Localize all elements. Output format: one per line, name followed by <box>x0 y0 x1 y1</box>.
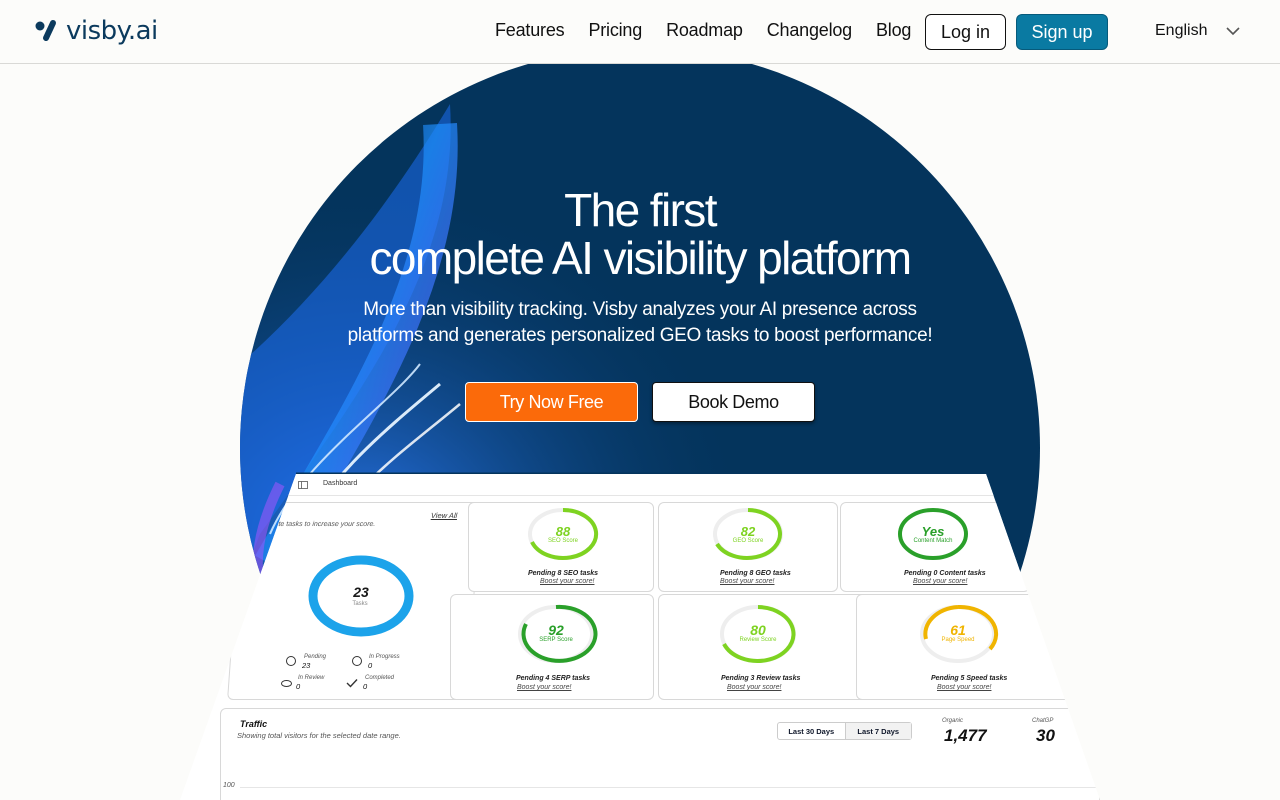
nav-link-features[interactable]: Features <box>495 20 565 41</box>
logo-icon <box>35 20 56 41</box>
geo-boost-link[interactable]: Boost your score! <box>720 578 774 585</box>
login-button[interactable]: Log in <box>925 14 1006 50</box>
content-match-value: Yes <box>921 524 945 539</box>
nav-link-pricing[interactable]: Pricing <box>588 20 642 41</box>
traffic-title: Traffic <box>240 719 268 729</box>
review-boost-link[interactable]: Boost your score! <box>727 684 781 691</box>
hero-title-line2: complete AI visibility platform <box>369 232 913 284</box>
range-toggle: Last 30 Days Last 7 Days <box>777 722 912 740</box>
speed-boost-link[interactable]: Boost your score! <box>937 684 991 691</box>
seo-score-label: SEO Score <box>547 538 578 544</box>
nav-links: Features Pricing Roadmap Changelog Blog <box>495 20 911 41</box>
seo-task-text: Pending 8 SEO tasks <box>528 570 599 577</box>
serp-score-label: SERP Score <box>539 637 573 643</box>
serp-boost-link[interactable]: Boost your score! <box>517 684 571 691</box>
page-speed-label: Page Speed <box>941 637 975 643</box>
geo-task-text: Pending 8 GEO tasks <box>720 570 791 577</box>
language-selector[interactable]: English <box>1155 22 1241 40</box>
review-score-value: 80 <box>750 622 766 638</box>
content-match-label: Content Match <box>913 538 953 544</box>
hero-subtitle-line1: More than visibility tracking. Visby ana… <box>363 299 917 320</box>
tasks-title: Tasks <box>254 511 278 520</box>
serp-task-text: Pending 4 SERP tasks <box>516 675 591 682</box>
organic-value: 1,477 <box>944 726 987 745</box>
book-demo-button[interactable]: Book Demo <box>652 382 815 422</box>
hero-subtitle: More than visibility tracking. Visby ana… <box>300 297 980 349</box>
top-navbar: visby.ai Features Pricing Roadmap Change… <box>0 0 1280 64</box>
hero-title: The first complete AI visibility platfor… <box>240 186 1040 282</box>
dashboard-preview: Dashboard Tasks View All Complete tasks … <box>180 474 1100 800</box>
nav-link-changelog[interactable]: Changelog <box>767 20 852 41</box>
language-label: English <box>1155 22 1208 39</box>
traffic-axis-top: 100 <box>223 782 235 789</box>
chatgpt-label: ChatGP <box>1032 718 1054 724</box>
seo-score-value: 88 <box>555 524 571 539</box>
chevron-down-icon <box>1226 27 1241 36</box>
hero-title-line1: The first <box>564 184 717 236</box>
signup-button[interactable]: Sign up <box>1016 14 1108 50</box>
content-boost-link[interactable]: Boost your score! <box>913 578 967 585</box>
logo[interactable]: visby.ai <box>34 16 158 46</box>
range-7-days-button[interactable]: Last 7 Days <box>845 723 911 739</box>
seo-boost-link[interactable]: Boost your score! <box>540 578 594 585</box>
organic-label: Organic <box>942 718 964 724</box>
nav-link-blog[interactable]: Blog <box>876 20 911 41</box>
geo-score-value: 82 <box>740 524 756 539</box>
traffic-subtitle: Showing total visitors for the selected … <box>237 731 401 740</box>
chatgpt-value: 30 <box>1036 726 1055 745</box>
hero-subtitle-line2: platforms and generates personalized GEO… <box>347 325 933 346</box>
review-score-label: Review Score <box>739 637 777 643</box>
nav-link-roadmap[interactable]: Roadmap <box>666 20 743 41</box>
serp-score-value: 92 <box>548 622 564 638</box>
try-now-free-button[interactable]: Try Now Free <box>465 382 638 422</box>
review-task-text: Pending 3 Review tasks <box>721 675 801 682</box>
traffic-gridline <box>240 787 1100 788</box>
page-speed-value: 61 <box>950 622 966 638</box>
speed-task-text: Pending 5 Speed tasks <box>931 675 1008 682</box>
content-task-text: Pending 0 Content tasks <box>904 570 986 577</box>
geo-score-label: GEO Score <box>732 538 764 544</box>
range-30-days-button[interactable]: Last 30 Days <box>778 723 846 739</box>
logo-text: visby.ai <box>66 16 158 46</box>
